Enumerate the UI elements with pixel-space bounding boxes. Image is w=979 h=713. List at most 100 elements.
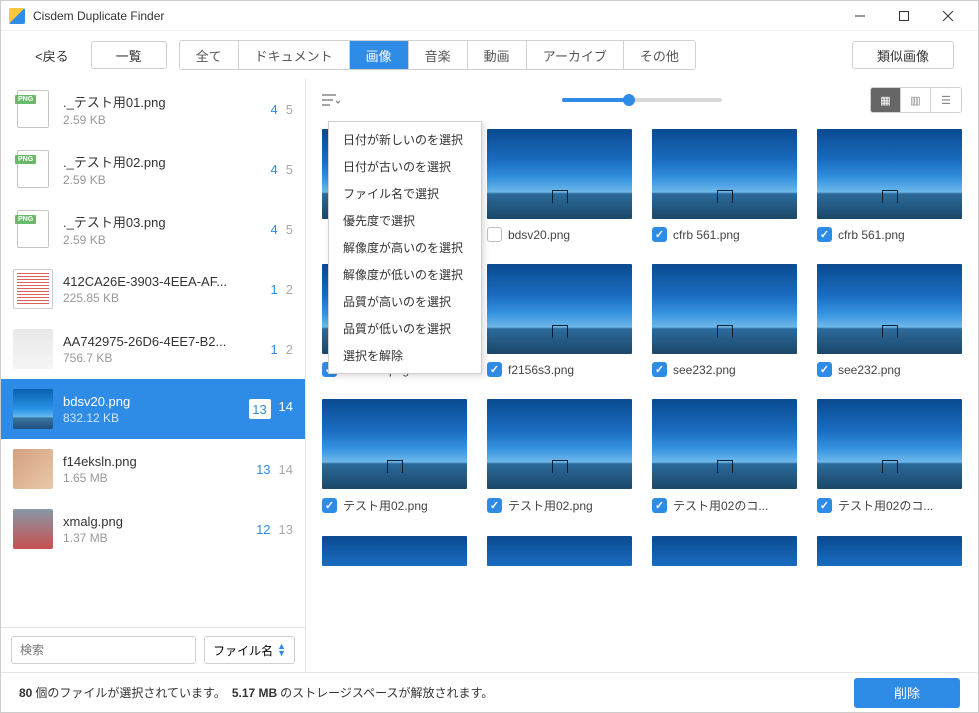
file-size: 1.37 MB	[63, 531, 246, 545]
thumbnail-checkbox[interactable]	[817, 498, 832, 513]
file-name: ._テスト用01.png	[63, 92, 261, 111]
file-item[interactable]: xmalg.png1.37 MB1213	[1, 499, 305, 559]
tab-3[interactable]: 音楽	[409, 41, 468, 69]
overview-button[interactable]: 一覧	[91, 41, 167, 69]
file-item[interactable]: ._テスト用02.png2.59 KB45	[1, 139, 305, 199]
thumbnail-checkbox[interactable]	[487, 498, 502, 513]
thumbnail-item[interactable]: see232.png	[652, 264, 797, 377]
thumbnail-item[interactable]: cfrb 561.png	[817, 129, 962, 242]
menu-item[interactable]: ファイル名で選択	[329, 180, 481, 207]
close-button[interactable]	[926, 2, 970, 30]
toolbar: <戻る 一覧 全てドキュメント画像音楽動画アーカイブその他 類似画像	[1, 31, 978, 79]
select-menu-button[interactable]	[322, 93, 340, 107]
selected-count: 80	[19, 686, 32, 700]
thumbnail-image	[322, 399, 467, 489]
tab-6[interactable]: その他	[624, 41, 695, 69]
footer: 80 個のファイルが選択されています。 5.17 MB のストレージスペースが解…	[1, 672, 978, 712]
tab-1[interactable]: ドキュメント	[239, 41, 350, 69]
total-count: 14	[279, 462, 293, 477]
thumbnail-item[interactable]: bdsv20.png	[487, 129, 632, 242]
menu-item[interactable]: 解像度が低いのを選択	[329, 261, 481, 288]
total-count: 14	[279, 399, 293, 419]
maximize-button[interactable]	[882, 2, 926, 30]
thumbnail-checkbox[interactable]	[487, 227, 502, 242]
search-input[interactable]	[11, 636, 196, 664]
thumbnail-item[interactable]: テスト用02.png	[322, 399, 467, 514]
menu-item[interactable]: 日付が古いのを選択	[329, 153, 481, 180]
thumbnail-item[interactable]: テスト用02のコ...	[817, 399, 962, 514]
file-thumbnail	[13, 509, 53, 549]
view-columns-button[interactable]: ▥	[901, 88, 931, 112]
menu-item[interactable]: 品質が低いのを選択	[329, 315, 481, 342]
file-item[interactable]: AA742975-26D6-4EE7-B2...756.7 KB12	[1, 319, 305, 379]
minimize-button[interactable]	[838, 2, 882, 30]
thumbnail-item[interactable]	[817, 536, 962, 566]
file-thumbnail	[13, 89, 53, 129]
titlebar: Cisdem Duplicate Finder	[1, 1, 978, 31]
selected-count: 13	[256, 462, 270, 477]
tab-0[interactable]: 全て	[180, 41, 239, 69]
selected-count: 1	[271, 282, 278, 297]
file-name: bdsv20.png	[63, 394, 239, 409]
tab-4[interactable]: 動画	[468, 41, 527, 69]
total-count: 5	[286, 102, 293, 117]
thumbnail-checkbox[interactable]	[817, 227, 832, 242]
sort-label: ファイル名	[213, 642, 273, 659]
file-item[interactable]: bdsv20.png832.12 KB1314	[1, 379, 305, 439]
thumbnail-checkbox[interactable]	[817, 362, 832, 377]
thumbnail-item[interactable]	[487, 536, 632, 566]
file-item[interactable]: ._テスト用03.png2.59 KB45	[1, 199, 305, 259]
delete-button[interactable]: 削除	[854, 678, 960, 708]
thumbnail-item[interactable]: cfrb 561.png	[652, 129, 797, 242]
file-item[interactable]: ._テスト用01.png2.59 KB45	[1, 79, 305, 139]
menu-item[interactable]: 優先度で選択	[329, 207, 481, 234]
similar-images-button[interactable]: 類似画像	[852, 41, 954, 69]
thumbnail-image	[652, 264, 797, 354]
view-grid-button[interactable]: ▦	[871, 88, 901, 112]
file-size: 832.12 KB	[63, 411, 239, 425]
sort-select[interactable]: ファイル名 ▲▼	[204, 636, 295, 664]
thumbnail-label: cfrb 561.png	[673, 228, 740, 242]
thumbnail-image	[487, 264, 632, 354]
file-thumbnail	[13, 449, 53, 489]
thumbnail-item[interactable]: テスト用02のコ...	[652, 399, 797, 514]
thumbnail-image	[652, 399, 797, 489]
menu-item[interactable]: 品質が高いのを選択	[329, 288, 481, 315]
thumbnail-label: テスト用02のコ...	[838, 497, 933, 514]
thumbnail-label: cfrb 561.png	[838, 228, 905, 242]
menu-item[interactable]: 日付が新しいのを選択	[329, 126, 481, 153]
thumbnail-checkbox[interactable]	[322, 498, 337, 513]
tab-5[interactable]: アーカイブ	[527, 41, 624, 69]
thumbnail-item[interactable]	[652, 536, 797, 566]
file-name: ._テスト用03.png	[63, 212, 261, 231]
thumbnail-item[interactable]: f2156s3.png	[487, 264, 632, 377]
thumbnail-grid[interactable]: 日付が新しいのを選択日付が古いのを選択ファイル名で選択優先度で選択解像度が高いの…	[306, 121, 978, 672]
menu-item[interactable]: 解像度が高いのを選択	[329, 234, 481, 261]
total-count: 2	[286, 342, 293, 357]
thumbnail-image	[322, 536, 467, 566]
thumbnail-item[interactable]: テスト用02.png	[487, 399, 632, 514]
freed-size: 5.17 MB	[232, 686, 277, 700]
view-list-button[interactable]: ☰	[931, 88, 961, 112]
total-count: 5	[286, 222, 293, 237]
file-size: 2.59 KB	[63, 173, 261, 187]
tab-2[interactable]: 画像	[350, 41, 409, 69]
view-toggle: ▦ ▥ ☰	[870, 87, 962, 113]
thumbnail-checkbox[interactable]	[652, 227, 667, 242]
thumbnail-checkbox[interactable]	[652, 498, 667, 513]
thumbnail-item[interactable]: see232.png	[817, 264, 962, 377]
total-count: 2	[286, 282, 293, 297]
file-item[interactable]: f14eksln.png1.65 MB1314	[1, 439, 305, 499]
category-tabs: 全てドキュメント画像音楽動画アーカイブその他	[179, 40, 696, 70]
thumbnail-image	[817, 399, 962, 489]
thumbnail-item[interactable]	[322, 536, 467, 566]
thumbnail-label: f2156s3.png	[508, 363, 574, 377]
file-item[interactable]: 412CA26E-3903-4EEA-AF...225.85 KB12	[1, 259, 305, 319]
back-button[interactable]: <戻る	[25, 40, 79, 71]
thumbnail-checkbox[interactable]	[652, 362, 667, 377]
file-list[interactable]: ._テスト用01.png2.59 KB45._テスト用02.png2.59 KB…	[1, 79, 305, 627]
thumbnail-checkbox[interactable]	[487, 362, 502, 377]
menu-item[interactable]: 選択を解除	[329, 342, 481, 369]
context-menu: 日付が新しいのを選択日付が古いのを選択ファイル名で選択優先度で選択解像度が高いの…	[328, 121, 482, 374]
zoom-slider[interactable]	[562, 98, 722, 102]
